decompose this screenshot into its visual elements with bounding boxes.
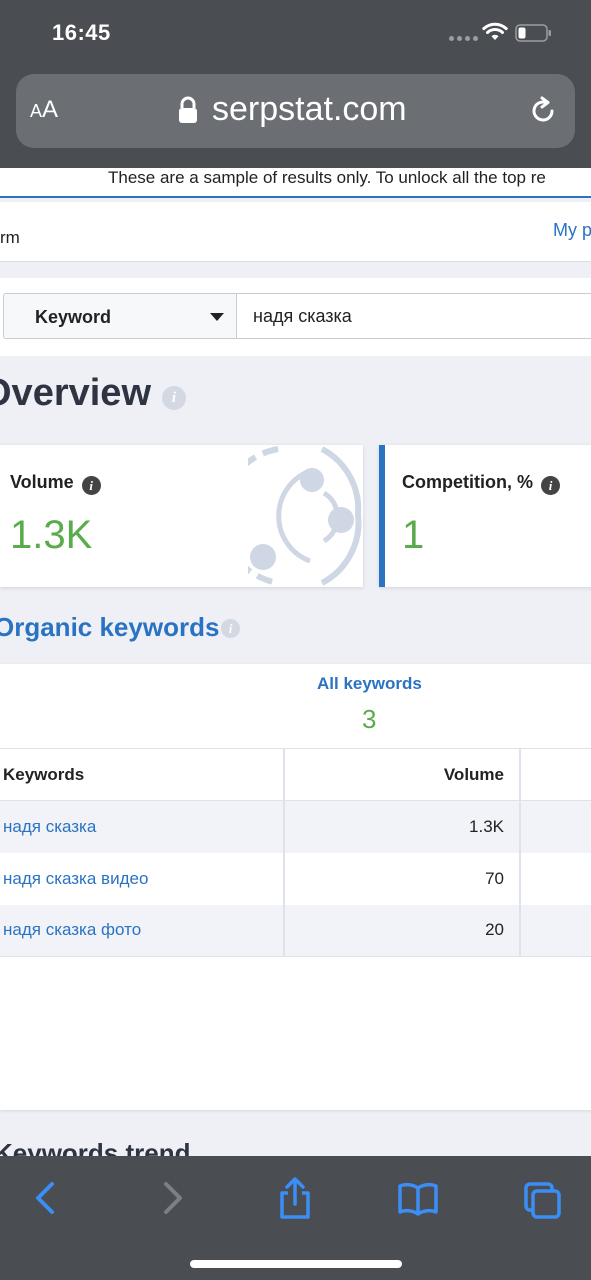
keyword-link[interactable]: надя сказка фото	[0, 904, 285, 957]
sample-notice-bar: These are a sample of results only. To u…	[0, 168, 591, 198]
share-icon[interactable]	[275, 1176, 315, 1220]
forward-icon[interactable]	[152, 1176, 192, 1220]
table-row: надя сказка фото 20	[0, 904, 591, 957]
competition-label: Competition, %	[402, 472, 533, 492]
volume-cell: 70	[284, 852, 521, 905]
caret-down-icon	[210, 313, 224, 321]
organic-keywords-panel: All keywords 3 Keywords Volume надя сказ…	[0, 664, 591, 1110]
all-keywords-count: 3	[362, 704, 377, 734]
text-size-button[interactable]: AA	[30, 96, 58, 124]
organic-info-icon[interactable]: i	[221, 619, 240, 638]
competition-label-row: Competition, % i	[402, 472, 560, 495]
table-header-row: Keywords Volume	[0, 748, 591, 801]
tabs-icon[interactable]	[522, 1176, 562, 1220]
column-header-volume[interactable]: Volume	[284, 748, 521, 801]
status-bar: 16:45	[0, 0, 591, 68]
volume-value: 1.3K	[10, 513, 93, 557]
volume-label-row: Volume i	[10, 472, 101, 495]
extra-cell	[520, 904, 591, 957]
table-row: надя сказка 1.3K	[0, 800, 591, 853]
competition-info-icon[interactable]: i	[541, 476, 560, 495]
header-right-link[interactable]: My p	[553, 220, 591, 241]
keywords-table: Keywords Volume надя сказка 1.3K надя ск…	[0, 748, 591, 957]
volume-info-icon[interactable]: i	[81, 476, 101, 495]
keyword-link[interactable]: надя сказка видео	[0, 852, 285, 905]
orbit-decoration-icon	[248, 446, 362, 586]
column-header-extra	[520, 748, 591, 801]
search-input[interactable]	[237, 293, 591, 339]
sample-notice-text: These are a sample of results only. To u…	[108, 168, 546, 187]
battery-icon	[515, 24, 551, 42]
column-header-keywords[interactable]: Keywords	[0, 748, 285, 801]
web-content: These are a sample of results only. To u…	[0, 168, 591, 1156]
organic-keywords-title[interactable]: Organic keywords	[0, 612, 219, 643]
address-bar[interactable]: AA serpstat.com	[16, 74, 575, 148]
volume-cell: 1.3K	[284, 800, 521, 853]
back-icon[interactable]	[26, 1176, 66, 1220]
all-keywords-label[interactable]: All keywords	[317, 674, 422, 694]
keyword-link[interactable]: надя сказка	[0, 800, 285, 853]
search-type-select[interactable]: Keyword	[3, 293, 237, 339]
bookmarks-icon[interactable]	[398, 1176, 438, 1220]
keywords-trend-title: Keywords trend	[0, 1138, 191, 1156]
text-size-label: A	[42, 96, 59, 123]
status-time: 16:45	[52, 20, 111, 45]
search-row: Keyword	[0, 278, 591, 356]
reload-icon[interactable]	[528, 96, 558, 126]
overview-info-icon[interactable]: i	[162, 386, 186, 410]
url-text[interactable]: serpstat.com	[212, 90, 407, 129]
volume-label: Volume	[10, 472, 74, 492]
volume-card: Volume i 1.3K	[0, 445, 363, 587]
lock-icon	[179, 96, 197, 123]
overview-title: Overview	[0, 372, 151, 414]
competition-value: 1	[402, 513, 425, 557]
extra-cell	[520, 852, 591, 905]
extra-cell	[520, 800, 591, 853]
search-type-label: Keyword	[35, 307, 112, 327]
header-left-text: rm	[0, 228, 20, 247]
cellular-signal-icon	[449, 36, 478, 41]
home-indicator[interactable]	[190, 1260, 402, 1268]
table-row: надя сказка видео 70	[0, 852, 591, 905]
volume-cell: 20	[284, 904, 521, 957]
page-header-row: rm My p	[0, 202, 591, 262]
wifi-icon	[482, 22, 508, 40]
competition-card: Competition, % i 1	[379, 445, 591, 587]
